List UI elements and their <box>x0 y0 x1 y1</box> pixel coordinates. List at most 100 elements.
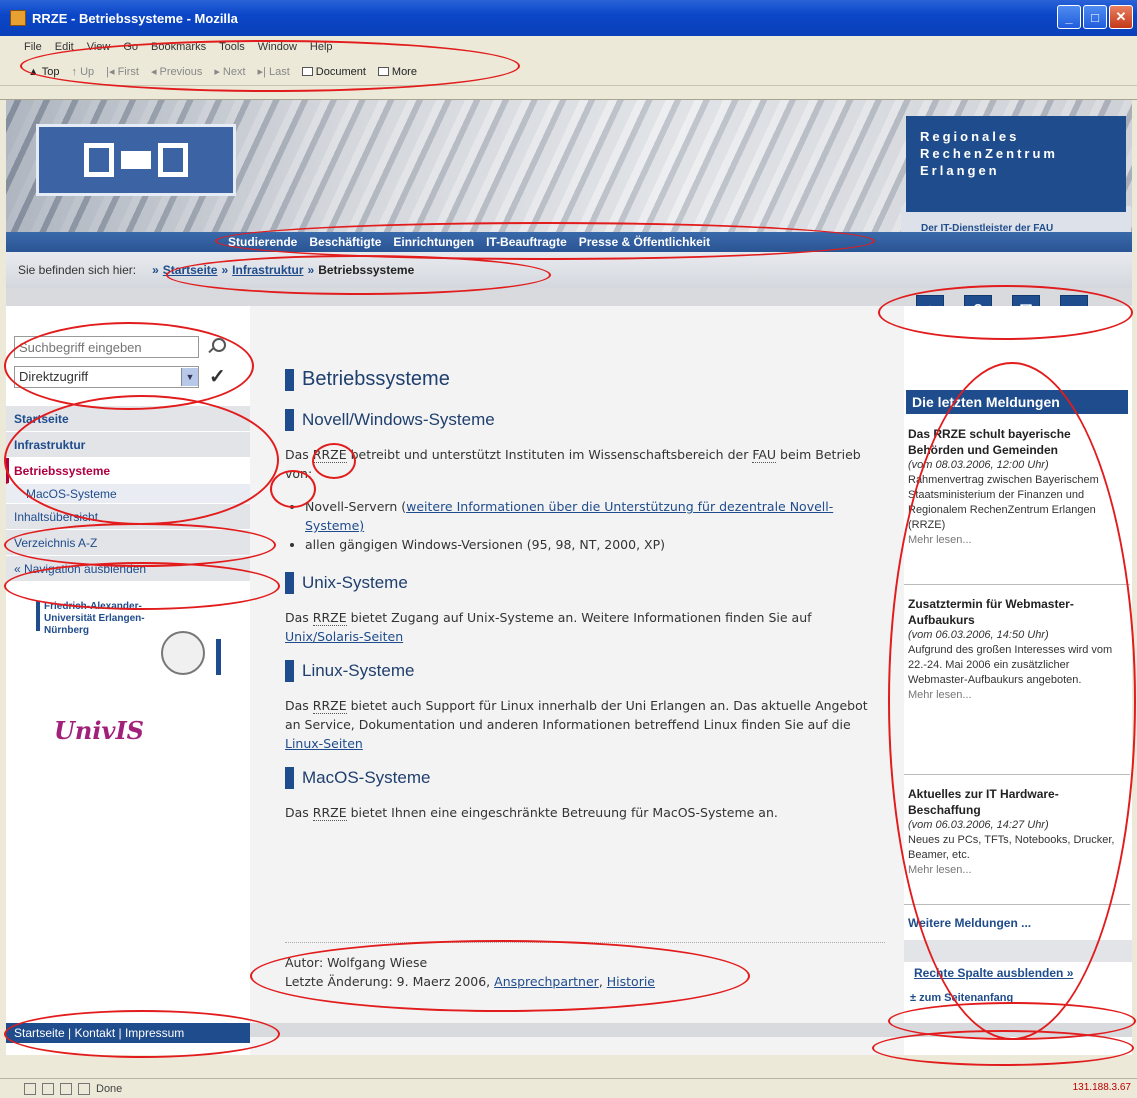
logo-bar <box>36 601 40 631</box>
left-column: Direktzugriff ▼ ✓ Startseite Infrastrukt… <box>6 306 250 1055</box>
minimize-button[interactable]: _ <box>1057 5 1081 29</box>
toolbar-up[interactable]: ↑ Up <box>72 66 95 78</box>
heading-bar <box>285 409 294 431</box>
menu-tools[interactable]: Tools <box>219 41 245 53</box>
nav-verzeichnis[interactable]: Verzeichnis A-Z <box>6 530 250 556</box>
heading-bar <box>285 767 294 789</box>
nav-infrastruktur[interactable]: Infrastruktur <box>6 432 250 458</box>
breadcrumb: Sie befinden sich hier: » Startseite » I… <box>6 252 1132 288</box>
nav-hide-button[interactable]: « Navigation ausblenden <box>6 556 250 582</box>
status-ip: 131.188.3.67 <box>1072 1082 1131 1093</box>
nav-inhaltsuebersicht[interactable]: Inhaltsübersicht <box>6 504 250 530</box>
topnav-beschaeftigte[interactable]: Beschäftigte <box>309 235 381 249</box>
maximize-button[interactable]: □ <box>1083 5 1107 29</box>
toolbar-document[interactable]: Document <box>301 66 366 78</box>
menu-help[interactable]: Help <box>310 41 333 53</box>
history-link[interactable]: Historie <box>607 974 655 989</box>
news-item: Zusatztermin für Webmaster-Aufbaukurs (v… <box>908 596 1128 703</box>
status-icon[interactable] <box>60 1082 72 1095</box>
nav-betriebssysteme[interactable]: Betriebssysteme <box>6 458 250 484</box>
heading-bar <box>285 368 294 391</box>
nav-macos-systeme[interactable]: MacOS-Systeme <box>6 484 250 504</box>
close-button[interactable]: ✕ <box>1109 5 1133 29</box>
checkmark-icon[interactable]: ✓ <box>209 364 226 389</box>
menu-bookmarks[interactable]: Bookmarks <box>151 41 206 53</box>
news-title[interactable]: Das RRZE schult bayerische Behörden und … <box>908 426 1128 458</box>
page-title: Betriebssysteme <box>285 368 885 391</box>
toolbar-next[interactable]: ▸ Next <box>214 65 245 78</box>
status-bar: Done 131.188.3.67 <box>0 1078 1137 1098</box>
university-logo[interactable]: Friedrich-Alexander-Universität Erlangen… <box>36 601 236 691</box>
university-seal-icon <box>161 631 205 675</box>
toolbar-last[interactable]: ▸| Last <box>258 65 290 78</box>
footer-links[interactable]: Startseite | Kontakt | Impressum <box>6 1023 250 1043</box>
news-divider <box>904 904 1130 905</box>
topnav-einrichtungen[interactable]: Einrichtungen <box>393 235 474 249</box>
more-news-link[interactable]: Weitere Meldungen ... <box>908 916 1031 930</box>
menu-go[interactable]: Go <box>123 41 138 53</box>
breadcrumb-lead: Sie befinden sich hier: <box>18 263 137 277</box>
status-icon[interactable] <box>78 1082 90 1095</box>
breadcrumb-startseite[interactable]: Startseite <box>163 263 218 277</box>
list-item: allen gängigen Windows-Versionen (95, 98… <box>305 535 885 554</box>
list-item: Novell-Servern (weitere Informationen üb… <box>305 497 885 535</box>
read-more-link[interactable]: Mehr lesen... <box>908 533 1128 548</box>
news-date: (vom 06.03.2006, 14:50 Uhr) <box>908 629 1049 641</box>
contact-link[interactable]: Ansprechpartner <box>494 974 599 989</box>
news-item: Das RRZE schult bayerische Behörden und … <box>908 426 1128 548</box>
toolbar-previous[interactable]: ◂ Previous <box>151 65 202 78</box>
read-more-link[interactable]: Mehr lesen... <box>908 688 1128 703</box>
search-icon[interactable] <box>207 338 226 356</box>
rrze-abbr[interactable]: RRZE <box>312 698 347 714</box>
news-text: Neues zu PCs, TFTs, Notebooks, Drucker, … <box>908 834 1115 861</box>
menubar: File Edit View Go Bookmarks Tools Window… <box>0 36 1137 58</box>
nav-startseite[interactable]: Startseite <box>6 406 250 432</box>
toolbar-first[interactable]: |◂ First <box>106 65 139 78</box>
status-icon[interactable] <box>24 1082 36 1095</box>
system-list: Novell-Servern (weitere Informationen üb… <box>285 497 885 554</box>
read-more-link[interactable]: Mehr lesen... <box>908 863 1128 878</box>
brand-box: Regionales RechenZentrum Erlangen <box>906 116 1126 212</box>
news-text: Rahmenvertrag zwischen Bayerischem Staat… <box>908 474 1099 531</box>
back-to-top-link[interactable]: ± zum Seitenanfang <box>910 992 1013 1004</box>
section-heading: Linux-Systeme <box>285 660 885 682</box>
rrze-logo[interactable] <box>36 124 236 196</box>
heading-bar <box>285 660 294 682</box>
direct-access-select[interactable]: Direktzugriff ▼ <box>14 365 199 388</box>
search-input[interactable] <box>14 336 199 358</box>
topnav-presse[interactable]: Presse & Öffentlichkeit <box>579 235 710 249</box>
menu-window[interactable]: Window <box>258 41 297 53</box>
chevron-down-icon[interactable]: ▼ <box>181 367 198 386</box>
window-titlebar: RRZE - Betriebssysteme - Mozilla _ □ ✕ <box>0 0 1137 36</box>
breadcrumb-infrastruktur[interactable]: Infrastruktur <box>232 263 303 277</box>
breadcrumb-current: Betriebssysteme <box>318 263 415 277</box>
search-row <box>14 336 226 358</box>
header-banner: Regionales RechenZentrum Erlangen Der IT… <box>6 100 1132 234</box>
hide-right-column-link[interactable]: Rechte Spalte ausblenden » <box>914 966 1073 980</box>
news-title[interactable]: Zusatztermin für Webmaster-Aufbaukurs <box>908 596 1128 628</box>
news-title[interactable]: Aktuelles zur IT Hardware-Beschaffung <box>908 786 1128 818</box>
rrze-abbr[interactable]: RRZE <box>312 805 347 821</box>
menu-file[interactable]: File <box>24 41 42 53</box>
toolbar-top[interactable]: ▲ Top <box>28 66 60 78</box>
section-text: Das RRZE bietet Ihnen eine eingeschränkt… <box>285 805 778 821</box>
top-navigation: Studierende Beschäftigte Einrichtungen I… <box>6 232 1132 252</box>
fau-abbr[interactable]: FAU <box>752 447 777 463</box>
topnav-it-beauftragte[interactable]: IT-Beauftragte <box>486 235 567 249</box>
last-changed: Letzte Änderung: 9. Maerz 2006, Ansprech… <box>285 974 656 989</box>
author-info: Autor: Wolfgang Wiese Letzte Änderung: 9… <box>285 942 885 991</box>
menu-view[interactable]: View <box>87 41 111 53</box>
rrze-abbr[interactable]: RRZE <box>312 447 347 463</box>
news-date: (vom 06.03.2006, 14:27 Uhr) <box>908 819 1049 831</box>
section-text: Das RRZE bietet Zugang auf Unix-Systeme … <box>285 610 812 644</box>
univis-logo[interactable]: UnivIS <box>54 716 144 745</box>
topnav-studierende[interactable]: Studierende <box>228 235 297 249</box>
unix-link[interactable]: Unix/Solaris-Seiten <box>285 629 403 644</box>
tab-strip <box>0 86 1137 100</box>
status-icon[interactable] <box>42 1082 54 1095</box>
section-text: Das RRZE bietet auch Support für Linux i… <box>285 698 868 751</box>
menu-edit[interactable]: Edit <box>55 41 74 53</box>
toolbar-more[interactable]: More <box>377 66 417 78</box>
linux-link[interactable]: Linux-Seiten <box>285 736 363 751</box>
rrze-abbr[interactable]: RRZE <box>312 610 347 626</box>
